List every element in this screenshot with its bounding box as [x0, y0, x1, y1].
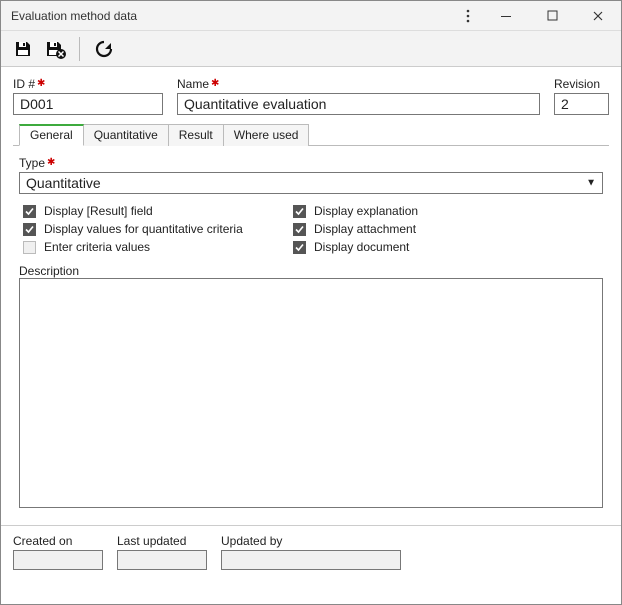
- type-select[interactable]: Quantitative ▼: [19, 172, 603, 194]
- revision-label: Revision: [554, 77, 609, 91]
- revision-input[interactable]: [554, 93, 609, 115]
- updated-by-label: Updated by: [221, 534, 401, 548]
- refresh-icon: [94, 39, 114, 59]
- type-label-row: Type ✱: [19, 156, 603, 170]
- checkbox-label: Display attachment: [314, 222, 416, 236]
- tab-general[interactable]: General: [19, 124, 84, 146]
- last-updated-input: [117, 550, 207, 570]
- footer: Created on Last updated Updated by: [1, 525, 621, 578]
- checkbox-display-values-quantitative[interactable]: Display values for quantitative criteria: [23, 222, 273, 236]
- checkbox-label: Enter criteria values: [44, 240, 150, 254]
- checkbox-label: Display document: [314, 240, 409, 254]
- checkbox-display-result-field[interactable]: Display [Result] field: [23, 204, 273, 218]
- type-label: Type: [19, 156, 45, 170]
- checkbox-label: Display explanation: [314, 204, 418, 218]
- options-grid: Display [Result] field Display explanati…: [19, 204, 603, 254]
- check-icon: [293, 205, 306, 218]
- checkbox-label: Display values for quantitative criteria: [44, 222, 243, 236]
- revision-field-group: Revision: [554, 77, 609, 115]
- window-title: Evaluation method data: [11, 9, 137, 23]
- required-icon: ✱: [47, 158, 55, 168]
- tab-quantitative[interactable]: Quantitative: [83, 124, 169, 146]
- check-icon: [293, 241, 306, 254]
- save-discard-button[interactable]: [41, 35, 69, 63]
- created-on-field-group: Created on: [13, 534, 103, 570]
- updated-by-field-group: Updated by: [221, 534, 401, 570]
- check-icon: [23, 241, 36, 254]
- window-titlebar: Evaluation method data: [1, 1, 621, 31]
- id-label-row: ID # ✱: [13, 77, 163, 91]
- check-icon: [23, 223, 36, 236]
- id-input[interactable]: [13, 93, 163, 115]
- maximize-button[interactable]: [529, 1, 575, 31]
- check-icon: [23, 205, 36, 218]
- required-icon: ✱: [211, 79, 219, 89]
- checkbox-display-explanation[interactable]: Display explanation: [293, 204, 603, 218]
- name-field-group: Name ✱: [177, 77, 540, 115]
- content-area: ID # ✱ Name ✱ Revision General Quantitat…: [1, 67, 621, 525]
- id-label: ID #: [13, 77, 35, 91]
- toolbar: [1, 31, 621, 67]
- last-updated-field-group: Last updated: [117, 534, 207, 570]
- chevron-down-icon: ▼: [586, 178, 596, 189]
- last-updated-label: Last updated: [117, 534, 207, 548]
- tab-result[interactable]: Result: [168, 124, 224, 146]
- name-label: Name: [177, 77, 209, 91]
- name-input[interactable]: [177, 93, 540, 115]
- refresh-button[interactable]: [90, 35, 118, 63]
- tab-strip: General Quantitative Result Where used: [13, 123, 609, 146]
- toolbar-separator: [79, 37, 80, 61]
- tab-body-general: Type ✱ Quantitative ▼ Display [Result] f…: [13, 146, 609, 517]
- check-icon: [293, 223, 306, 236]
- type-select-value: Quantitative: [26, 175, 101, 191]
- minimize-button[interactable]: [483, 1, 529, 31]
- checkbox-display-attachment[interactable]: Display attachment: [293, 222, 603, 236]
- more-button[interactable]: [453, 1, 483, 31]
- description-label: Description: [19, 264, 603, 278]
- updated-by-input: [221, 550, 401, 570]
- save-button[interactable]: [9, 35, 37, 63]
- checkbox-label: Display [Result] field: [44, 204, 153, 218]
- tab-where-used[interactable]: Where used: [223, 124, 310, 146]
- checkbox-enter-criteria-values[interactable]: Enter criteria values: [23, 240, 273, 254]
- description-textarea[interactable]: [19, 278, 603, 508]
- header-fields-row: ID # ✱ Name ✱ Revision: [13, 77, 609, 115]
- required-icon: ✱: [37, 79, 45, 89]
- checkbox-display-document[interactable]: Display document: [293, 240, 603, 254]
- close-button[interactable]: [575, 1, 621, 31]
- created-on-input: [13, 550, 103, 570]
- id-field-group: ID # ✱: [13, 77, 163, 115]
- created-on-label: Created on: [13, 534, 103, 548]
- name-label-row: Name ✱: [177, 77, 540, 91]
- save-icon: [13, 39, 33, 59]
- save-discard-icon: [44, 39, 66, 59]
